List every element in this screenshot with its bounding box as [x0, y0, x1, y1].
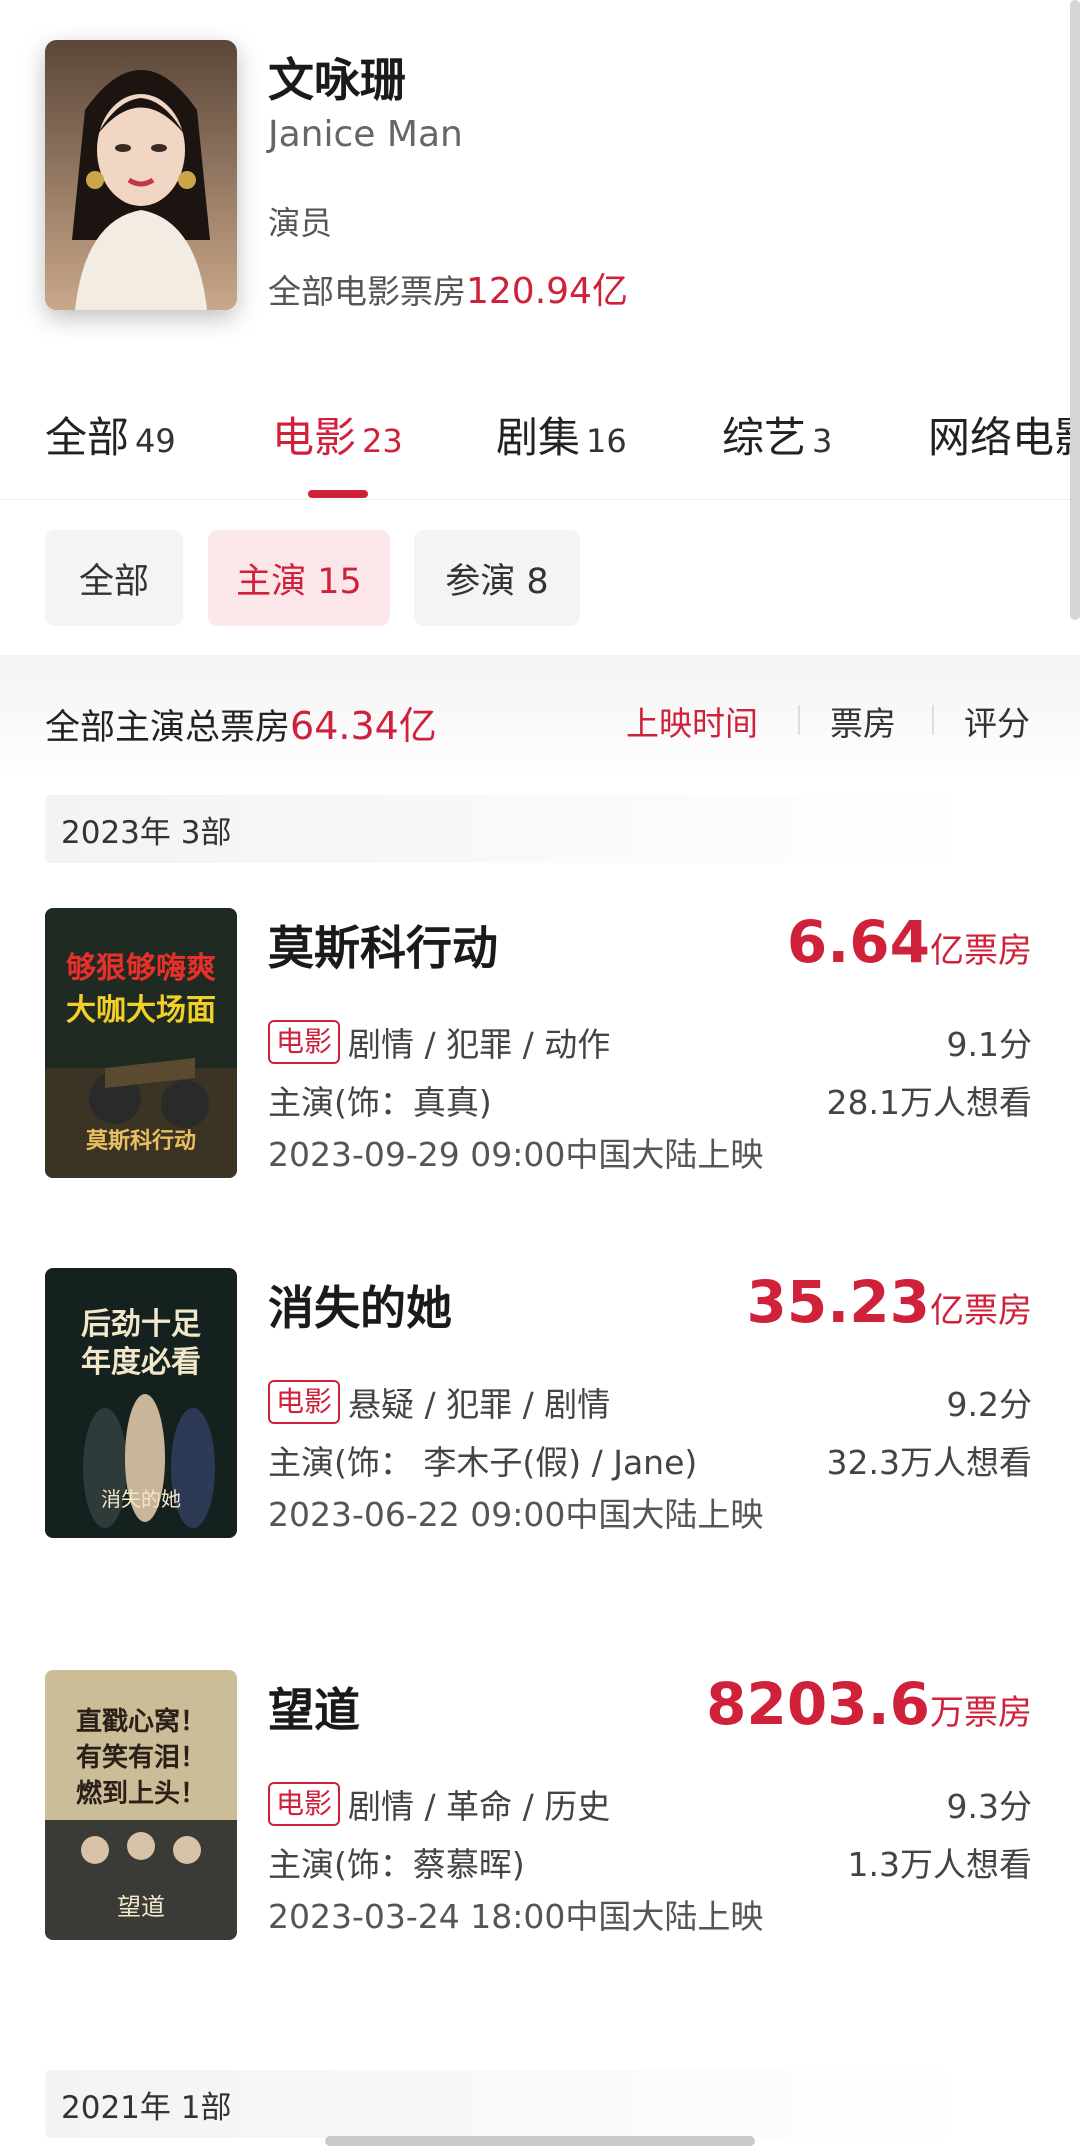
year-header: 2023年 3部 [45, 795, 975, 863]
svg-text:莫斯科行动: 莫斯科行动 [86, 1128, 196, 1154]
movie-genres: 悬疑 / 犯罪 / 剧情 [348, 1385, 611, 1424]
movie-rating: 9.1分 [946, 1025, 1032, 1064]
tab-movies[interactable]: 电影 23 [272, 404, 403, 465]
poster-image: 后劲十足 年度必看 消失的她 [45, 1268, 237, 1538]
movie-want-count: 1.3万人想看 [847, 1845, 1032, 1884]
movie-role: 主演(饰：真真) [268, 1083, 492, 1122]
actor-name: 文咏珊 [268, 53, 406, 107]
tab-count: 16 [586, 422, 627, 460]
svg-text:直戳心窝！: 直戳心窝！ [76, 1706, 206, 1737]
total-box-office-value: 120.94亿 [466, 271, 628, 312]
movie-box-office: 35.23亿票房 [747, 1268, 1032, 1336]
box-office-unit: 亿票房 [930, 1291, 1032, 1331]
svg-text:消失的她: 消失的她 [101, 1487, 181, 1511]
lead-total-value: 64.34亿 [290, 704, 437, 748]
box-office-unit: 万票房 [930, 1693, 1032, 1733]
svg-text:年度必看: 年度必看 [81, 1345, 201, 1380]
tab-count: 23 [362, 422, 403, 460]
filter-chip-all[interactable]: 全部 [45, 530, 183, 626]
avatar-image [45, 40, 237, 310]
scrollbar[interactable] [1070, 0, 1080, 620]
sort-divider [798, 705, 800, 735]
movie-poster[interactable]: 直戳心窝！ 有笑有泪！ 燃到上头！ 望道 [45, 1670, 237, 1940]
box-office-number: 35.23 [746, 1268, 930, 1336]
movie-box-office: 6.64亿票房 [787, 908, 1032, 976]
tab-series[interactable]: 剧集 16 [496, 404, 627, 465]
total-box-office: 全部电影票房120.94亿 [268, 262, 628, 314]
sort-divider [932, 705, 934, 735]
box-office-number: 8203.6 [706, 1670, 930, 1738]
actor-english-name: Janice Man [268, 114, 463, 155]
sort-by-box-office[interactable]: 票房 [830, 697, 896, 745]
sort-by-rating[interactable]: 评分 [964, 697, 1030, 745]
year-header: 2021年 1部 [45, 2070, 975, 2138]
active-tab-indicator [308, 490, 368, 498]
movie-title: 消失的她 [268, 1281, 452, 1335]
poster-image: 直戳心窝！ 有笑有泪！ 燃到上头！ 望道 [45, 1670, 237, 1940]
movie-title: 莫斯科行动 [268, 921, 498, 975]
svg-text:燃到上头！: 燃到上头！ [76, 1779, 206, 1809]
svg-text:望道: 望道 [117, 1893, 165, 1921]
movie-box-office: 8203.6万票房 [706, 1670, 1032, 1738]
home-indicator[interactable] [325, 2136, 755, 2146]
role-filter: 全部 主演 15 参演 8 [0, 530, 1080, 626]
actor-role: 演员 [268, 204, 333, 242]
category-tabs: 全部 49 电影 23 剧集 16 综艺 3 网络电影 [0, 390, 1080, 500]
tab-web-movies[interactable]: 网络电影 [928, 404, 1080, 465]
movie-role: 主演(饰： 李木子(假) / Jane) [268, 1443, 698, 1482]
filter-chip-lead[interactable]: 主演 15 [208, 530, 390, 626]
svg-text:够狠够嗨爽: 够狠够嗨爽 [66, 951, 216, 986]
sort-by-release-date[interactable]: 上映时间 [626, 697, 758, 745]
movie-genres: 剧情 / 犯罪 / 动作 [348, 1025, 611, 1064]
tab-label: 网络电影 [928, 413, 1080, 462]
lead-total-bar: 全部主演总票房64.34亿 上映时间 票房 评分 [0, 655, 1080, 780]
filter-chip-support[interactable]: 参演 8 [414, 530, 580, 626]
movie-poster[interactable]: 够狠够嗨爽 大咖大场面 莫斯科行动 [45, 908, 237, 1178]
movie-release-date: 2023-06-22 09:00中国大陆上映 [268, 1495, 764, 1534]
box-office-unit: 亿票房 [930, 931, 1032, 971]
movie-rating: 9.3分 [946, 1787, 1032, 1826]
movie-genres: 剧情 / 革命 / 历史 [348, 1787, 611, 1826]
lead-total-box-office: 全部主演总票房64.34亿 [45, 695, 437, 750]
tab-count: 3 [812, 422, 833, 460]
tab-label: 电影 [272, 413, 357, 462]
tab-all[interactable]: 全部 49 [45, 404, 176, 465]
tab-label: 综艺 [722, 413, 807, 462]
total-box-office-label: 全部电影票房 [268, 272, 466, 311]
tab-count: 49 [135, 422, 176, 460]
svg-text:有笑有泪！: 有笑有泪！ [76, 1742, 206, 1773]
tab-variety[interactable]: 综艺 3 [722, 404, 832, 465]
box-office-number: 6.64 [786, 908, 930, 976]
movie-release-date: 2023-09-29 09:00中国大陆上映 [268, 1135, 764, 1174]
movie-role: 主演(饰：蔡慕晖) [268, 1845, 525, 1884]
poster-image: 够狠够嗨爽 大咖大场面 莫斯科行动 [45, 908, 237, 1178]
movie-title: 望道 [268, 1683, 360, 1737]
tab-label: 全部 [45, 413, 130, 462]
movie-want-count: 32.3万人想看 [826, 1443, 1032, 1482]
movie-rating: 9.2分 [946, 1385, 1032, 1424]
profile-header: 文咏珊 Janice Man 演员 全部电影票房120.94亿 [0, 0, 1080, 370]
svg-text:后劲十足: 后劲十足 [81, 1307, 201, 1342]
movie-poster[interactable]: 后劲十足 年度必看 消失的她 [45, 1268, 237, 1538]
movie-type-tag: 电影 [268, 1020, 341, 1064]
movie-type-tag: 电影 [268, 1380, 341, 1424]
movie-want-count: 28.1万人想看 [826, 1083, 1032, 1122]
movie-type-tag: 电影 [268, 1782, 341, 1826]
movie-release-date: 2023-03-24 18:00中国大陆上映 [268, 1897, 764, 1936]
avatar[interactable] [45, 40, 237, 310]
tab-label: 剧集 [496, 413, 581, 462]
lead-total-label: 全部主演总票房 [45, 708, 291, 748]
svg-text:大咖大场面: 大咖大场面 [66, 993, 216, 1028]
